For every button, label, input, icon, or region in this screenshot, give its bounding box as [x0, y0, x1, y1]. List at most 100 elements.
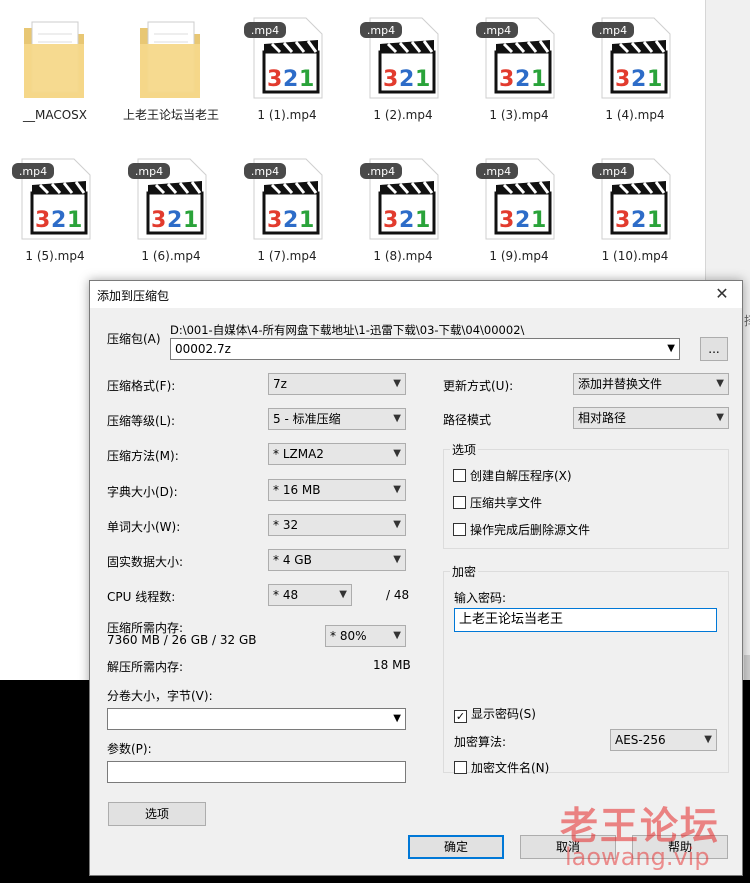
sfx-checkbox[interactable]: 创建自解压程序(X): [453, 467, 572, 484]
encrypt-names-checkbox[interactable]: 加密文件名(N): [454, 759, 549, 776]
svg-text:1: 1: [183, 208, 198, 233]
decomp-label: 解压所需内存:: [107, 660, 184, 674]
svg-text:1: 1: [531, 208, 546, 233]
dict-value: * 16 MB: [273, 483, 321, 497]
svg-text:3: 3: [267, 67, 282, 92]
chevron-down-icon: ▼: [393, 484, 401, 495]
volume-input[interactable]: ▼: [107, 708, 406, 730]
shared-checkbox[interactable]: 压缩共享文件: [453, 494, 542, 511]
method-value: * LZMA2: [273, 447, 324, 461]
svg-text:2: 2: [631, 208, 646, 233]
path-select[interactable]: 相对路径 ▼: [573, 407, 729, 429]
video-file-icon: .mp4 3 2 1: [592, 14, 678, 102]
word-value: * 32: [273, 518, 299, 532]
show-password-label: 显示密码(S): [471, 707, 536, 721]
chevron-down-icon: ▼: [393, 519, 401, 530]
chevron-down-icon[interactable]: ▼: [393, 709, 401, 729]
solid-select[interactable]: * 4 GB ▼: [268, 549, 406, 571]
ok-button[interactable]: 确定: [408, 835, 504, 859]
svg-text:1: 1: [415, 208, 430, 233]
file-label: 1 (1).mp4: [257, 108, 317, 122]
video-file-item[interactable]: .mp4 3 2 1 1 (7).mp4: [237, 155, 337, 264]
format-select[interactable]: 7z ▼: [268, 373, 406, 395]
video-file-icon: .mp4 3 2 1: [128, 155, 214, 243]
badge-text: .mp4: [483, 165, 511, 178]
video-file-item[interactable]: .mp4 3 2 1 1 (2).mp4: [353, 14, 453, 123]
svg-text:3: 3: [151, 208, 166, 233]
level-value: 5 - 标准压缩: [273, 412, 341, 426]
format-label: 压缩格式(F):: [107, 379, 176, 393]
file-label: 1 (3).mp4: [489, 108, 549, 122]
chevron-down-icon: ▼: [704, 734, 712, 745]
checkbox-icon: [453, 523, 466, 536]
file-label: 1 (6).mp4: [141, 249, 201, 263]
mem-select[interactable]: * 80% ▼: [325, 625, 406, 647]
delete-checkbox[interactable]: 操作完成后删除源文件: [453, 521, 590, 538]
options-group-title: 选项: [450, 441, 479, 458]
video-file-item[interactable]: .mp4 3 2 1 1 (1).mp4: [237, 14, 337, 123]
level-select[interactable]: 5 - 标准压缩 ▼: [268, 408, 406, 430]
file-label: 1 (7).mp4: [257, 249, 317, 263]
checkmark-icon: ✓: [454, 710, 467, 723]
encrypt-group-title: 加密: [450, 563, 479, 580]
svg-text:3: 3: [499, 67, 514, 92]
dict-label: 字典大小(D):: [107, 485, 178, 499]
shared-label: 压缩共享文件: [470, 496, 543, 510]
badge-text: .mp4: [483, 24, 511, 37]
watermark-url: laowang.vip: [565, 843, 710, 871]
params-input[interactable]: [107, 761, 406, 783]
video-file-item[interactable]: .mp4 3 2 1 1 (9).mp4: [469, 155, 569, 264]
video-file-item[interactable]: .mp4 3 2 1 1 (8).mp4: [353, 155, 453, 264]
video-file-icon: .mp4 3 2 1: [12, 155, 98, 243]
method-label: 压缩方法(M):: [107, 449, 179, 463]
chevron-down-icon[interactable]: ▼: [667, 339, 675, 359]
chevron-down-icon: ▼: [393, 413, 401, 424]
dict-select[interactable]: * 16 MB ▼: [268, 479, 406, 501]
video-file-item[interactable]: .mp4 3 2 1 1 (4).mp4: [585, 14, 685, 123]
show-password-checkbox[interactable]: ✓ 显示密码(S): [454, 705, 536, 723]
archive-name-input[interactable]: 00002.7z ▼: [170, 338, 680, 360]
encrypt-names-label: 加密文件名(N): [471, 761, 550, 775]
method-select[interactable]: * LZMA2 ▼: [268, 443, 406, 465]
svg-text:1: 1: [647, 208, 662, 233]
chevron-down-icon: ▼: [716, 412, 724, 423]
mem-value: * 80%: [330, 629, 367, 643]
dialog-titlebar: 添加到压缩包 ✕: [90, 281, 742, 308]
cpu-select[interactable]: * 48 ▼: [268, 584, 352, 606]
update-value: 添加并替换文件: [578, 377, 663, 391]
svg-text:3: 3: [615, 208, 630, 233]
video-file-icon: .mp4 3 2 1: [476, 14, 562, 102]
svg-text:2: 2: [399, 67, 414, 92]
word-select[interactable]: * 32 ▼: [268, 514, 406, 536]
path-value: 相对路径: [578, 411, 627, 425]
badge-text: .mp4: [367, 24, 395, 37]
update-select[interactable]: 添加并替换文件 ▼: [573, 373, 729, 395]
video-file-icon: .mp4 3 2 1: [476, 155, 562, 243]
algo-select[interactable]: AES-256 ▼: [610, 729, 717, 751]
folder-item[interactable]: 上老王论坛当老王: [121, 14, 221, 123]
video-file-item[interactable]: .mp4 3 2 1 1 (6).mp4: [121, 155, 221, 264]
browse-button[interactable]: ...: [700, 337, 728, 361]
cpu-total: / 48: [386, 588, 410, 602]
folder-item[interactable]: __MACOSX: [5, 14, 105, 123]
options-group: 选项 创建自解压程序(X) 压缩共享文件 操作完成后删除源文件: [443, 441, 729, 549]
file-label: 1 (8).mp4: [373, 249, 433, 263]
badge-text: .mp4: [599, 165, 627, 178]
video-file-item[interactable]: .mp4 3 2 1 1 (10).mp4: [585, 155, 685, 264]
password-input[interactable]: 上老王论坛当老王: [454, 608, 717, 632]
video-file-item[interactable]: .mp4 3 2 1 1 (5).mp4: [5, 155, 105, 264]
options-button[interactable]: 选项: [108, 802, 206, 826]
archive-label: 压缩包(A): [107, 332, 161, 346]
badge-text: .mp4: [251, 24, 279, 37]
svg-text:3: 3: [267, 208, 282, 233]
video-file-icon: .mp4 3 2 1: [360, 155, 446, 243]
close-icon[interactable]: ✕: [702, 281, 742, 308]
video-file-item[interactable]: .mp4 3 2 1 1 (3).mp4: [469, 14, 569, 123]
video-file-icon: .mp4 3 2 1: [244, 155, 330, 243]
svg-text:2: 2: [167, 208, 182, 233]
file-label: 1 (2).mp4: [373, 108, 433, 122]
badge-text: .mp4: [367, 165, 395, 178]
badge-text: .mp4: [599, 24, 627, 37]
update-label: 更新方式(U):: [443, 379, 514, 393]
path-label: 路径模式: [443, 413, 492, 427]
